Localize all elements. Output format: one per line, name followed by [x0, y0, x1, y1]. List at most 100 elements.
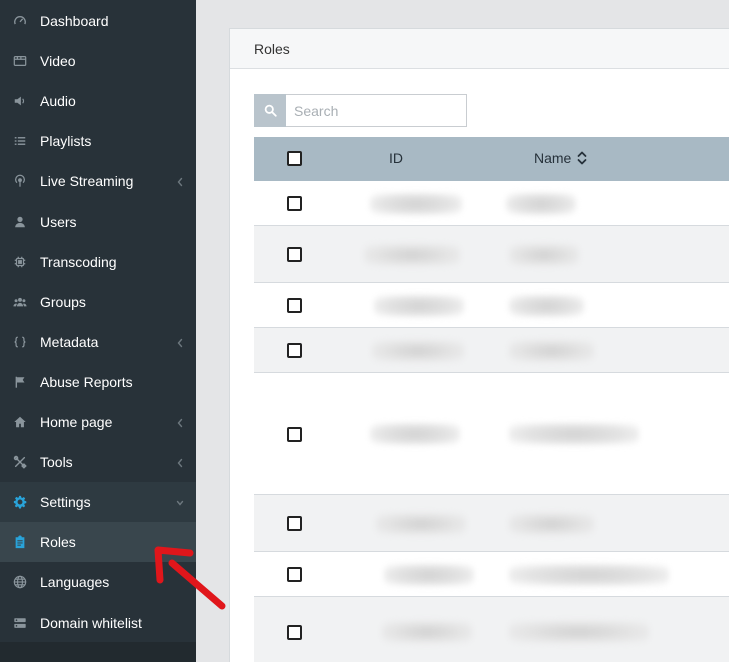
chip-icon — [12, 254, 28, 270]
row-checkbox[interactable] — [287, 298, 302, 313]
table-row[interactable] — [254, 226, 729, 283]
flag-icon — [12, 374, 28, 390]
redacted-id-cell — [372, 339, 464, 362]
sidebar-item-label: Tools — [40, 454, 73, 471]
row-checkbox[interactable] — [287, 247, 302, 262]
gear-icon — [12, 494, 28, 510]
roles-panel: Roles ID Name — [229, 28, 729, 662]
sidebar-item-label: Languages — [40, 574, 110, 591]
table-row[interactable] — [254, 283, 729, 328]
sidebar-item-label: Abuse Reports — [40, 373, 133, 390]
table-row[interactable] — [254, 328, 729, 373]
sidebar-item-dashboard[interactable]: Dashboard — [0, 1, 196, 41]
column-header-name[interactable]: Name — [534, 150, 571, 166]
chevron-left-icon — [176, 175, 184, 187]
sidebar-item-abuse-reports[interactable]: Abuse Reports — [0, 362, 196, 402]
sidebar-item-metadata[interactable]: Metadata — [0, 322, 196, 362]
sort-icon[interactable] — [576, 150, 588, 166]
table-row[interactable] — [254, 495, 729, 552]
sidebar-item-label: Metadata — [40, 333, 99, 350]
sidebar-item-home-page[interactable]: Home page — [0, 402, 196, 442]
chevron-down-icon — [176, 496, 184, 508]
gauge-icon — [12, 13, 28, 29]
sidebar-item-label: Settings — [40, 494, 91, 511]
table-row[interactable] — [254, 373, 729, 495]
redacted-id-cell — [376, 512, 466, 535]
sidebar-item-label: Domain whitelist — [40, 614, 142, 631]
user-icon — [12, 214, 28, 230]
server-icon — [12, 615, 28, 631]
column-header-id[interactable]: ID — [389, 150, 403, 166]
redacted-name-cell — [509, 243, 579, 266]
table-body — [254, 181, 729, 662]
sidebar-item-live-streaming[interactable]: Live Streaming — [0, 161, 196, 201]
redacted-name-cell — [509, 621, 649, 643]
sidebar-item-label: Video — [40, 53, 76, 70]
row-checkbox[interactable] — [287, 343, 302, 358]
search-icon — [264, 104, 277, 117]
sidebar-item-label: Transcoding — [40, 253, 117, 270]
chevron-left-icon — [176, 456, 184, 468]
sidebar-item-video[interactable]: Video — [0, 41, 196, 81]
search-button[interactable] — [254, 94, 286, 127]
redacted-name-cell — [509, 423, 639, 445]
sidebar-item-label: Users — [40, 213, 77, 230]
sidebar-item-users[interactable]: Users — [0, 202, 196, 242]
redacted-name-cell — [506, 192, 576, 215]
sidebar-item-groups[interactable]: Groups — [0, 282, 196, 322]
redacted-id-cell — [370, 423, 460, 445]
sidebar-item-playlists[interactable]: Playlists — [0, 121, 196, 161]
speaker-icon — [12, 93, 28, 109]
sidebar-item-transcoding[interactable]: Transcoding — [0, 242, 196, 282]
sidebar-item-label: Playlists — [40, 133, 92, 150]
sidebar-item-roles[interactable]: Roles — [0, 522, 196, 563]
sidebar-item-label: Home page — [40, 414, 113, 430]
select-all-checkbox[interactable] — [287, 151, 302, 166]
row-checkbox[interactable] — [287, 196, 302, 211]
sidebar-item-label: Audio — [40, 93, 76, 110]
redacted-id-cell — [384, 563, 474, 586]
sidebar-footer — [0, 642, 196, 662]
film-icon — [12, 53, 28, 69]
list-icon — [12, 133, 28, 149]
sidebar-item-audio[interactable]: Audio — [0, 81, 196, 121]
redacted-id-cell — [374, 294, 464, 317]
redacted-id-cell — [382, 621, 472, 643]
sidebar-item-settings[interactable]: Settings — [0, 482, 196, 523]
redacted-name-cell — [509, 563, 669, 586]
table-row[interactable] — [254, 552, 729, 597]
row-checkbox[interactable] — [287, 624, 302, 640]
clipboard-icon — [12, 534, 28, 550]
broadcast-icon — [12, 173, 28, 189]
row-checkbox[interactable] — [287, 516, 302, 531]
sidebar-item-label: Roles — [40, 534, 76, 551]
redacted-id-cell — [364, 243, 460, 266]
table-row[interactable] — [254, 181, 729, 226]
group-icon — [12, 294, 28, 310]
row-checkbox[interactable] — [287, 426, 302, 442]
sidebar-item-label: Groups — [40, 293, 86, 310]
table-header: ID Name — [254, 137, 729, 181]
sidebar-item-tools[interactable]: Tools — [0, 442, 196, 482]
chevron-left-icon — [176, 336, 184, 348]
globe-icon — [12, 574, 28, 590]
redacted-name-cell — [509, 294, 584, 317]
tools-icon — [12, 454, 28, 470]
row-checkbox[interactable] — [287, 567, 302, 582]
sidebar: Dashboard Video Audio Playlists Live Streami… — [0, 0, 196, 662]
sidebar-item-languages[interactable]: Languages — [0, 562, 196, 602]
redacted-id-cell — [370, 192, 462, 215]
page-title: Roles — [254, 40, 290, 57]
chevron-left-icon — [176, 416, 184, 428]
roles-table: ID Name — [254, 137, 729, 662]
table-row[interactable] — [254, 597, 729, 662]
search-input[interactable] — [286, 94, 467, 127]
home-icon — [12, 414, 28, 430]
redacted-name-cell — [509, 339, 594, 362]
sidebar-item-label: Dashboard — [40, 13, 109, 29]
redacted-name-cell — [509, 512, 594, 535]
sidebar-item-label: Live Streaming — [40, 173, 134, 190]
search-bar — [254, 94, 467, 127]
sidebar-item-domain-whitelist[interactable]: Domain whitelist — [0, 603, 196, 643]
panel-header: Roles — [230, 29, 729, 69]
